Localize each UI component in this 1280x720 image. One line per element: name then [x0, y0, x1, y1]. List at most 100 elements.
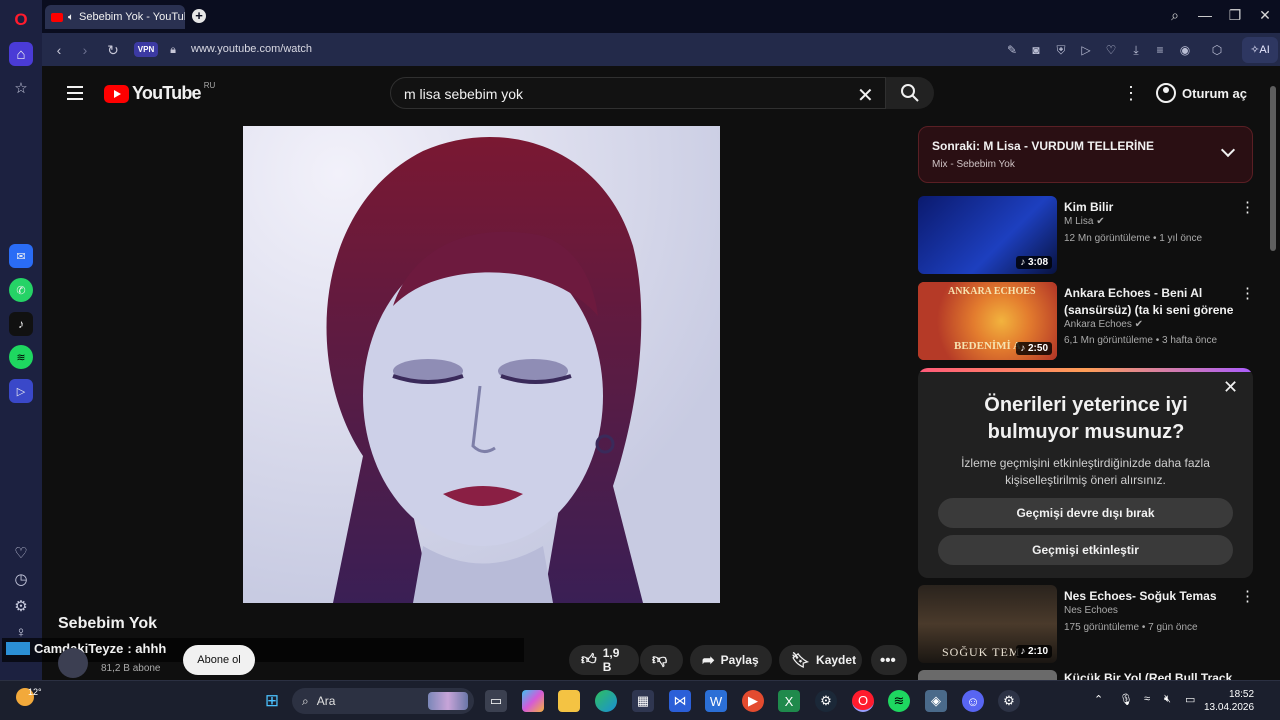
- download-icon[interactable]: ⤓: [1128, 42, 1144, 58]
- taskbar-search[interactable]: ⌕ Ara: [292, 688, 474, 714]
- list-item[interactable]: ANKARA ECHOES BEDENİMİ A ♪ 2:50 Ankara E…: [918, 282, 1255, 362]
- search-input[interactable]: m lisa sebebim yok ✕: [390, 77, 886, 109]
- reload-button[interactable]: ↻: [104, 41, 122, 59]
- edge-icon[interactable]: [595, 690, 617, 712]
- channel-name: Ankara Echoes ✔: [1064, 319, 1143, 330]
- task-view-icon[interactable]: ▭: [485, 690, 507, 712]
- video-title[interactable]: Küçük Bir Yol (Red Bull Track: [1064, 670, 1234, 680]
- forward-button[interactable]: ›: [76, 41, 94, 59]
- wifi-icon[interactable]: ≈: [1144, 693, 1150, 705]
- url-field[interactable]: www.youtube.com/watch: [191, 43, 312, 55]
- channel-avatar[interactable]: [58, 648, 88, 678]
- lock-icon[interactable]: 🔒︎: [164, 41, 182, 59]
- more-options-icon[interactable]: ⋮: [1240, 587, 1255, 605]
- subscribe-button[interactable]: Abone ol: [183, 645, 255, 675]
- taskbar-clock[interactable]: 18:52 13.04.2026: [1204, 688, 1254, 714]
- visual-studio-icon[interactable]: ⋈: [669, 690, 691, 712]
- copilot-icon[interactable]: [522, 690, 544, 712]
- whatsapp-icon[interactable]: ✆: [9, 278, 33, 302]
- search-button[interactable]: [886, 77, 934, 109]
- profile-icon[interactable]: ◉: [1177, 42, 1193, 58]
- volume-icon[interactable]: 🔇︎: [1164, 693, 1171, 706]
- history-icon[interactable]: ◷: [9, 567, 33, 591]
- search-query: m lisa sebebim yok: [404, 86, 524, 102]
- home-icon[interactable]: ⌂: [9, 42, 33, 66]
- player-icon[interactable]: ▷: [9, 379, 33, 403]
- kodi-icon[interactable]: ◈: [925, 690, 947, 712]
- extension-icon[interactable]: ⬡: [1209, 42, 1225, 58]
- video-title: Sebebim Yok: [58, 615, 157, 632]
- sign-in-button[interactable]: Oturum aç: [1156, 80, 1247, 106]
- battery-icon[interactable]: ▭: [1185, 693, 1195, 706]
- enable-history-button[interactable]: Geçmişi etkinleştir: [938, 535, 1233, 565]
- play-icon[interactable]: ▷: [1078, 42, 1094, 58]
- edit-icon[interactable]: ✎: [1004, 42, 1020, 58]
- video-thumbnail[interactable]: SOĞUK TEM ♪ 2:10: [918, 585, 1057, 663]
- file-explorer-icon[interactable]: [558, 690, 580, 712]
- more-horizontal-icon: •••: [880, 651, 896, 669]
- save-button[interactable]: 🔖︎ Kaydet: [779, 645, 862, 675]
- steam-icon[interactable]: ⚙: [815, 690, 837, 712]
- video-player[interactable]: [243, 126, 720, 603]
- settings-more-icon[interactable]: ⋮: [1122, 83, 1140, 104]
- youtube-logo[interactable]: YouTube RU: [104, 81, 215, 104]
- settings-app-icon[interactable]: ⚙: [998, 690, 1020, 712]
- scrollbar[interactable]: [1270, 86, 1276, 251]
- list-item[interactable]: ♪ 3:08 Kim Bilir M Lisa ✔ 12 Mn görüntül…: [918, 196, 1255, 276]
- microphone-icon[interactable]: 🎙︎: [1119, 693, 1133, 706]
- more-options-icon[interactable]: ⋮: [1240, 284, 1255, 302]
- list-item[interactable]: Küçük Bir Yol (Red Bull Track: [918, 670, 1253, 680]
- media-player-icon[interactable]: ▶: [742, 690, 764, 712]
- more-options-icon[interactable]: ⋮: [1240, 198, 1255, 216]
- tray-overflow-icon[interactable]: ⌃: [1094, 693, 1103, 706]
- share-button[interactable]: ➦ Paylaş: [690, 645, 772, 675]
- shield-icon[interactable]: ⛨: [1053, 42, 1069, 58]
- weather-widget[interactable]: 12°: [16, 687, 42, 706]
- menu-icon[interactable]: ≡: [1152, 42, 1168, 58]
- ai-button[interactable]: ✧AI: [1242, 37, 1278, 63]
- disable-history-button[interactable]: Geçmişi devre dışı bırak: [938, 498, 1233, 528]
- close-window-button[interactable]: ✕: [1255, 7, 1275, 25]
- excel-icon[interactable]: X: [778, 690, 800, 712]
- store-icon[interactable]: ▦: [632, 690, 654, 712]
- video-thumbnail[interactable]: ANKARA ECHOES BEDENİMİ A ♪ 2:50: [918, 282, 1057, 360]
- tab-youtube[interactable]: 🔈︎ Sebebim Yok - YouTube: [45, 5, 185, 29]
- settings-icon[interactable]: ⚙: [9, 594, 33, 618]
- like-button[interactable]: 👍︎ 1,9 B: [569, 645, 639, 675]
- dislike-button[interactable]: 👎︎: [640, 645, 683, 675]
- video-title[interactable]: Nes Echoes- Soğuk Temas: [1064, 588, 1234, 605]
- back-button[interactable]: ‹: [50, 41, 68, 59]
- video-thumbnail[interactable]: ♪ 3:08: [918, 196, 1057, 274]
- thumbs-up-icon: 👍︎: [581, 651, 597, 668]
- opera-icon[interactable]: O: [9, 8, 33, 32]
- search-highlight-image: [428, 692, 468, 710]
- vpn-badge[interactable]: VPN: [134, 42, 158, 57]
- clear-search-icon[interactable]: ✕: [857, 83, 874, 108]
- heart-icon[interactable]: ♡: [9, 541, 33, 565]
- maximize-button[interactable]: ❐: [1225, 7, 1245, 25]
- chevron-down-icon[interactable]: [1220, 142, 1236, 158]
- list-item[interactable]: SOĞUK TEM ♪ 2:10 Nes Echoes- Soğuk Temas…: [918, 585, 1255, 665]
- next-mix-panel[interactable]: Sonraki: M Lisa - VURDUM TELLERİNE Mix -…: [918, 126, 1253, 183]
- opera-taskbar-icon[interactable]: O: [852, 690, 874, 712]
- discord-icon[interactable]: ☺: [962, 690, 984, 712]
- video-title[interactable]: Kim Bilir: [1064, 199, 1234, 216]
- spotify-icon[interactable]: ≋: [9, 345, 33, 369]
- messenger-icon[interactable]: ✉: [9, 244, 33, 268]
- camera-icon[interactable]: ◙: [1028, 42, 1044, 58]
- account-icon: [1156, 83, 1176, 103]
- new-tab-button[interactable]: +: [192, 9, 206, 23]
- minimize-button[interactable]: —: [1195, 7, 1215, 25]
- hamburger-menu-icon[interactable]: [67, 86, 83, 100]
- search-tabs-icon[interactable]: ⌕: [1165, 7, 1185, 25]
- clock-date: 13.04.2026: [1204, 702, 1255, 713]
- tiktok-icon[interactable]: ♪: [9, 312, 33, 336]
- word-icon[interactable]: W: [705, 690, 727, 712]
- favorite-icon[interactable]: ♡: [1103, 42, 1119, 58]
- more-actions-button[interactable]: •••: [871, 645, 907, 675]
- spotify-taskbar-icon[interactable]: ≋: [888, 690, 910, 712]
- video-title[interactable]: Ankara Echoes - Beni Al (sansürsüz) (ta …: [1064, 285, 1234, 319]
- video-thumbnail[interactable]: [918, 670, 1057, 680]
- windows-start-icon[interactable]: ⊞: [261, 690, 283, 712]
- star-icon[interactable]: ☆: [9, 76, 33, 100]
